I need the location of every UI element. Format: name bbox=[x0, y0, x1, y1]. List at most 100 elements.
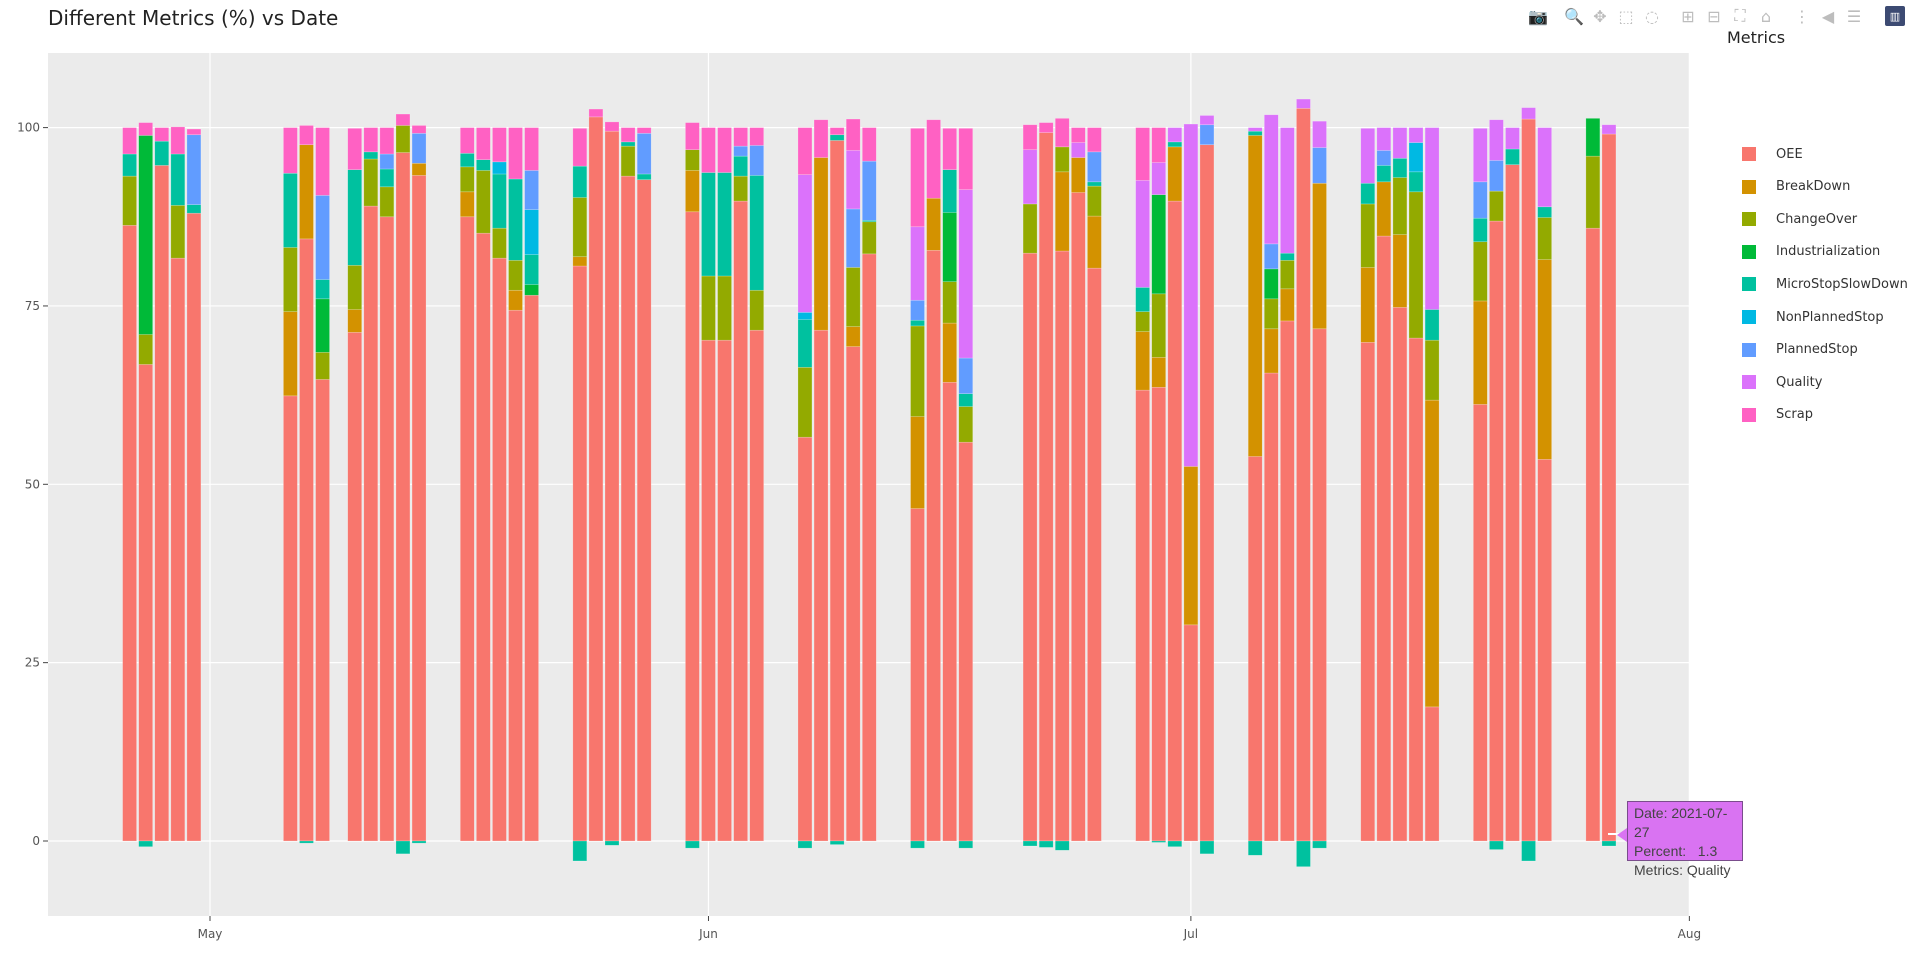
bar-segment-microstopslowdown[interactable] bbox=[1054, 840, 1070, 851]
bar-segment-changeover[interactable] bbox=[1424, 339, 1440, 401]
bar-segment-quality[interactable] bbox=[845, 150, 861, 210]
bar-segment-oee[interactable] bbox=[1247, 456, 1263, 842]
bar-segment-oee[interactable] bbox=[411, 175, 427, 842]
bar-segment-microstopslowdown[interactable] bbox=[1424, 309, 1440, 341]
bar-segment-microstopslowdown[interactable] bbox=[1376, 165, 1392, 183]
bar-stack[interactable] bbox=[620, 127, 636, 842]
bar-segment-breakdown[interactable] bbox=[1312, 182, 1327, 330]
bar-segment-scrap[interactable] bbox=[604, 121, 620, 132]
bar-segment-breakdown[interactable] bbox=[1054, 171, 1070, 252]
bar-stack[interactable] bbox=[1038, 122, 1054, 848]
bar-segment-quality[interactable] bbox=[1521, 107, 1536, 120]
bar-segment-plannedstop[interactable] bbox=[845, 208, 861, 268]
bar-segment-scrap[interactable] bbox=[958, 128, 974, 190]
bar-stack[interactable] bbox=[829, 127, 845, 845]
bar-stack[interactable] bbox=[1537, 127, 1552, 842]
bar-segment-changeover[interactable] bbox=[1360, 203, 1376, 268]
bar-segment-plannedstop[interactable] bbox=[733, 145, 748, 157]
bar-segment-microstopslowdown[interactable] bbox=[636, 173, 652, 180]
bar-segment-breakdown[interactable] bbox=[910, 416, 925, 509]
bar-segment-scrap[interactable] bbox=[1022, 124, 1038, 151]
bar-segment-oee[interactable] bbox=[1022, 252, 1038, 842]
bar-segment-plannedstop[interactable] bbox=[636, 133, 652, 175]
bar-segment-quality[interactable] bbox=[1424, 127, 1440, 310]
bar-segment-quality[interactable] bbox=[1199, 115, 1215, 126]
bar-segment-breakdown[interactable] bbox=[1392, 234, 1408, 308]
bar-segment-microstopslowdown[interactable] bbox=[572, 840, 588, 862]
bar-segment-scrap[interactable] bbox=[733, 127, 748, 147]
bar-segment-oee[interactable] bbox=[1312, 328, 1327, 842]
bar-segment-oee[interactable] bbox=[1296, 108, 1311, 842]
bar-segment-plannedstop[interactable] bbox=[958, 357, 974, 394]
bar-segment-quality[interactable] bbox=[797, 174, 813, 313]
bar-segment-scrap[interactable] bbox=[395, 113, 411, 126]
bar-stack[interactable] bbox=[1199, 115, 1215, 855]
bar-stack[interactable] bbox=[1392, 127, 1408, 842]
bar-segment-microstopslowdown[interactable] bbox=[958, 393, 974, 407]
bar-segment-breakdown[interactable] bbox=[411, 162, 427, 176]
bar-segment-microstopslowdown[interactable] bbox=[1280, 252, 1295, 261]
legend-item-microstopslowdown[interactable]: MicroStopSlowDown bbox=[1742, 274, 1908, 294]
bar-segment-microstopslowdown[interactable] bbox=[958, 840, 974, 849]
bar-stack[interactable] bbox=[733, 127, 748, 842]
bar-segment-microstopslowdown[interactable] bbox=[1199, 840, 1215, 855]
bar-stack[interactable] bbox=[588, 108, 604, 842]
bar-stack[interactable] bbox=[1183, 123, 1199, 842]
bar-segment-industrialization[interactable] bbox=[138, 135, 153, 335]
bar-segment-microstopslowdown[interactable] bbox=[1135, 287, 1150, 312]
bar-stack[interactable] bbox=[813, 119, 829, 842]
bar-segment-scrap[interactable] bbox=[620, 127, 636, 143]
bar-segment-breakdown[interactable] bbox=[1360, 267, 1376, 343]
bar-segment-quality[interactable] bbox=[1505, 127, 1520, 150]
bar-segment-breakdown[interactable] bbox=[1167, 146, 1183, 202]
bar-segment-oee[interactable] bbox=[1087, 267, 1102, 842]
bar-segment-breakdown[interactable] bbox=[1537, 259, 1552, 460]
bar-segment-changeover[interactable] bbox=[1280, 259, 1295, 290]
bar-segment-breakdown[interactable] bbox=[459, 191, 475, 218]
bar-segment-changeover[interactable] bbox=[492, 227, 507, 259]
bar-segment-industrialization[interactable] bbox=[942, 212, 957, 282]
bar-segment-changeover[interactable] bbox=[1585, 155, 1601, 229]
bar-segment-scrap[interactable] bbox=[829, 127, 845, 136]
bar-segment-oee[interactable] bbox=[476, 232, 491, 842]
bar-segment-oee[interactable] bbox=[1135, 389, 1150, 842]
bar-segment-oee[interactable] bbox=[283, 395, 298, 842]
bar-stack[interactable] bbox=[1167, 127, 1183, 848]
bar-segment-changeover[interactable] bbox=[1151, 293, 1167, 358]
bar-stack[interactable] bbox=[926, 119, 941, 842]
bar-segment-changeover[interactable] bbox=[861, 221, 877, 255]
bar-segment-scrap[interactable] bbox=[315, 127, 330, 196]
bar-segment-microstopslowdown[interactable] bbox=[910, 319, 925, 327]
bar-segment-scrap[interactable] bbox=[845, 118, 861, 151]
bar-segment-breakdown[interactable] bbox=[1151, 357, 1167, 388]
bar-segment-scrap[interactable] bbox=[299, 125, 314, 146]
bar-stack[interactable] bbox=[411, 125, 427, 844]
bar-stack[interactable] bbox=[749, 127, 765, 842]
bar-segment-microstopslowdown[interactable] bbox=[459, 152, 475, 168]
bar-stack[interactable] bbox=[942, 128, 957, 842]
bar-segment-changeover[interactable] bbox=[476, 170, 491, 234]
bar-segment-oee[interactable] bbox=[797, 436, 813, 842]
bar-stack[interactable] bbox=[299, 125, 314, 844]
bar-segment-changeover[interactable] bbox=[1392, 177, 1408, 235]
bar-stack[interactable] bbox=[315, 127, 330, 842]
bar-segment-oee[interactable] bbox=[508, 309, 523, 842]
bar-stack[interactable] bbox=[861, 127, 877, 842]
bar-segment-oee[interactable] bbox=[942, 381, 957, 842]
bar-segment-scrap[interactable] bbox=[363, 127, 379, 153]
bar-segment-breakdown[interactable] bbox=[1087, 215, 1102, 269]
bar-segment-scrap[interactable] bbox=[910, 128, 925, 228]
bar-segment-oee[interactable] bbox=[1280, 320, 1295, 842]
bar-segment-oee[interactable] bbox=[1408, 337, 1424, 842]
bar-segment-oee[interactable] bbox=[459, 216, 475, 842]
bar-segment-oee[interactable] bbox=[379, 216, 395, 842]
legend-item-breakdown[interactable]: BreakDown bbox=[1742, 177, 1850, 197]
bar-stack[interactable] bbox=[1296, 98, 1311, 867]
bar-segment-scrap[interactable] bbox=[411, 125, 427, 134]
bar-segment-oee[interactable] bbox=[1360, 342, 1376, 842]
bar-segment-oee[interactable] bbox=[1601, 133, 1617, 842]
bar-segment-industrialization[interactable] bbox=[1585, 118, 1601, 157]
bar-segment-changeover[interactable] bbox=[459, 166, 475, 193]
bar-segment-plannedstop[interactable] bbox=[1087, 151, 1102, 183]
bar-segment-oee[interactable] bbox=[1151, 386, 1167, 842]
